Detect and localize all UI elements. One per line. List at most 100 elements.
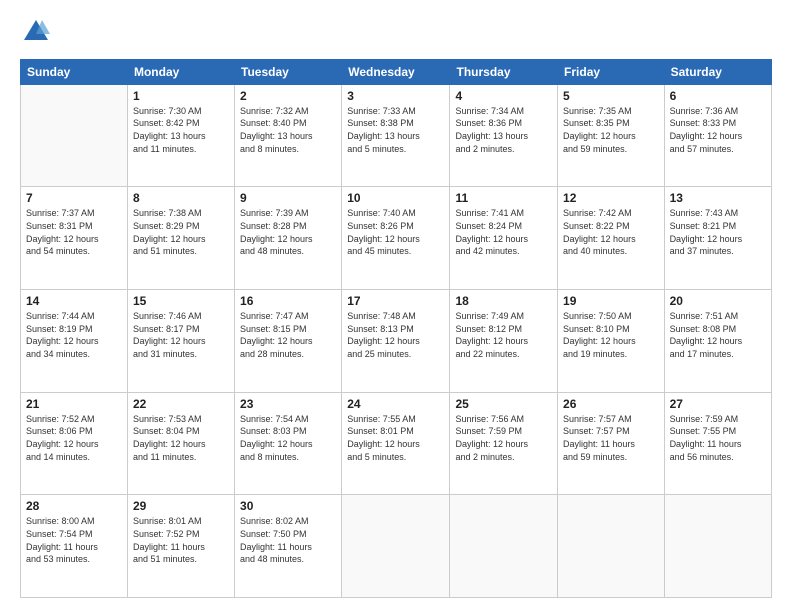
calendar-cell: 22 Sunrise: 7:53 AM Sunset: 8:04 PM Dayli… (127, 392, 234, 495)
cell-info: Sunrise: 7:53 AM Sunset: 8:04 PM Dayligh… (133, 413, 229, 463)
calendar-cell: 28 Sunrise: 8:00 AM Sunset: 7:54 PM Dayli… (21, 495, 128, 598)
calendar-cell: 27 Sunrise: 7:59 AM Sunset: 7:55 PM Dayli… (664, 392, 771, 495)
cell-info: Sunrise: 7:40 AM Sunset: 8:26 PM Dayligh… (347, 207, 444, 257)
calendar-cell: 8Sunrise: 7:38 AM Sunset: 8:29 PM Daylig… (127, 187, 234, 290)
calendar-cell: 30 Sunrise: 8:02 AM Sunset: 7:50 PM Dayli… (235, 495, 342, 598)
calendar-cell (450, 495, 558, 598)
day-number: 7 (26, 191, 122, 205)
cell-info: Sunrise: 7:47 AM Sunset: 8:15 PM Dayligh… (240, 310, 336, 360)
cell-info: Sunrise: 8:02 AM Sunset: 7:50 PM Dayligh… (240, 515, 336, 565)
weekday-header-thursday: Thursday (450, 59, 558, 84)
cell-info: Sunrise: 7:50 AM Sunset: 8:10 PM Dayligh… (563, 310, 659, 360)
week-row-3: 21 Sunrise: 7:52 AM Sunset: 8:06 PM Dayli… (21, 392, 772, 495)
cell-info: Sunrise: 7:43 AM Sunset: 8:21 PM Dayligh… (670, 207, 766, 257)
weekday-header-friday: Friday (558, 59, 665, 84)
weekday-header-saturday: Saturday (664, 59, 771, 84)
cell-info: Sunrise: 7:54 AM Sunset: 8:03 PM Dayligh… (240, 413, 336, 463)
weekday-header-sunday: Sunday (21, 59, 128, 84)
cell-info: Sunrise: 7:42 AM Sunset: 8:22 PM Dayligh… (563, 207, 659, 257)
cell-info: Sunrise: 7:34 AM Sunset: 8:36 PM Dayligh… (455, 105, 552, 155)
day-number: 18 (455, 294, 552, 308)
day-number: 12 (563, 191, 659, 205)
weekday-header-monday: Monday (127, 59, 234, 84)
calendar-cell: 19 Sunrise: 7:50 AM Sunset: 8:10 PM Dayli… (558, 290, 665, 393)
day-number: 22 (133, 397, 229, 411)
logo (20, 18, 50, 51)
calendar-cell: 2 Sunrise: 7:32 AM Sunset: 8:40 PM Daylig… (235, 84, 342, 187)
week-row-0: 1 Sunrise: 7:30 AM Sunset: 8:42 PM Daylig… (21, 84, 772, 187)
day-number: 5 (563, 89, 659, 103)
calendar-cell: 26 Sunrise: 7:57 AM Sunset: 7:57 PM Dayli… (558, 392, 665, 495)
day-number: 24 (347, 397, 444, 411)
calendar-cell: 16 Sunrise: 7:47 AM Sunset: 8:15 PM Dayli… (235, 290, 342, 393)
day-number: 23 (240, 397, 336, 411)
calendar-cell: 14Sunrise: 7:44 AM Sunset: 8:19 PM Dayli… (21, 290, 128, 393)
week-row-1: 7Sunrise: 7:37 AM Sunset: 8:31 PM Daylig… (21, 187, 772, 290)
calendar-cell: 17Sunrise: 7:48 AM Sunset: 8:13 PM Dayli… (342, 290, 450, 393)
day-number: 3 (347, 89, 444, 103)
calendar-cell: 13 Sunrise: 7:43 AM Sunset: 8:21 PM Dayli… (664, 187, 771, 290)
header (20, 18, 772, 51)
calendar-table: SundayMondayTuesdayWednesdayThursdayFrid… (20, 59, 772, 598)
calendar-cell (342, 495, 450, 598)
page: SundayMondayTuesdayWednesdayThursdayFrid… (0, 0, 792, 612)
calendar-cell: 1 Sunrise: 7:30 AM Sunset: 8:42 PM Daylig… (127, 84, 234, 187)
day-number: 30 (240, 499, 336, 513)
calendar-cell: 29Sunrise: 8:01 AM Sunset: 7:52 PM Dayli… (127, 495, 234, 598)
cell-info: Sunrise: 7:41 AM Sunset: 8:24 PM Dayligh… (455, 207, 552, 257)
cell-info: Sunrise: 8:01 AM Sunset: 7:52 PM Dayligh… (133, 515, 229, 565)
day-number: 9 (240, 191, 336, 205)
calendar-cell: 12 Sunrise: 7:42 AM Sunset: 8:22 PM Dayli… (558, 187, 665, 290)
calendar-cell: 11 Sunrise: 7:41 AM Sunset: 8:24 PM Dayli… (450, 187, 558, 290)
day-number: 6 (670, 89, 766, 103)
day-number: 11 (455, 191, 552, 205)
day-number: 16 (240, 294, 336, 308)
calendar-cell: 4 Sunrise: 7:34 AM Sunset: 8:36 PM Daylig… (450, 84, 558, 187)
weekday-header-tuesday: Tuesday (235, 59, 342, 84)
cell-info: Sunrise: 7:33 AM Sunset: 8:38 PM Dayligh… (347, 105, 444, 155)
calendar-cell (558, 495, 665, 598)
day-number: 10 (347, 191, 444, 205)
week-row-2: 14Sunrise: 7:44 AM Sunset: 8:19 PM Dayli… (21, 290, 772, 393)
day-number: 19 (563, 294, 659, 308)
cell-info: Sunrise: 7:35 AM Sunset: 8:35 PM Dayligh… (563, 105, 659, 155)
day-number: 21 (26, 397, 122, 411)
cell-info: Sunrise: 8:00 AM Sunset: 7:54 PM Dayligh… (26, 515, 122, 565)
day-number: 26 (563, 397, 659, 411)
day-number: 2 (240, 89, 336, 103)
day-number: 25 (455, 397, 552, 411)
calendar-cell: 24 Sunrise: 7:55 AM Sunset: 8:01 PM Dayli… (342, 392, 450, 495)
day-number: 15 (133, 294, 229, 308)
calendar-cell: 23 Sunrise: 7:54 AM Sunset: 8:03 PM Dayli… (235, 392, 342, 495)
cell-info: Sunrise: 7:30 AM Sunset: 8:42 PM Dayligh… (133, 105, 229, 155)
cell-info: Sunrise: 7:59 AM Sunset: 7:55 PM Dayligh… (670, 413, 766, 463)
day-number: 1 (133, 89, 229, 103)
cell-info: Sunrise: 7:38 AM Sunset: 8:29 PM Dayligh… (133, 207, 229, 257)
calendar-cell (21, 84, 128, 187)
calendar-cell: 6 Sunrise: 7:36 AM Sunset: 8:33 PM Daylig… (664, 84, 771, 187)
calendar-cell (664, 495, 771, 598)
cell-info: Sunrise: 7:52 AM Sunset: 8:06 PM Dayligh… (26, 413, 122, 463)
cell-info: Sunrise: 7:57 AM Sunset: 7:57 PM Dayligh… (563, 413, 659, 463)
cell-info: Sunrise: 7:44 AM Sunset: 8:19 PM Dayligh… (26, 310, 122, 360)
cell-info: Sunrise: 7:46 AM Sunset: 8:17 PM Dayligh… (133, 310, 229, 360)
calendar-cell: 25Sunrise: 7:56 AM Sunset: 7:59 PM Dayli… (450, 392, 558, 495)
calendar-cell: 5 Sunrise: 7:35 AM Sunset: 8:35 PM Daylig… (558, 84, 665, 187)
day-number: 27 (670, 397, 766, 411)
cell-info: Sunrise: 7:48 AM Sunset: 8:13 PM Dayligh… (347, 310, 444, 360)
weekday-header-row: SundayMondayTuesdayWednesdayThursdayFrid… (21, 59, 772, 84)
day-number: 13 (670, 191, 766, 205)
calendar-cell: 20Sunrise: 7:51 AM Sunset: 8:08 PM Dayli… (664, 290, 771, 393)
calendar-cell: 9 Sunrise: 7:39 AM Sunset: 8:28 PM Daylig… (235, 187, 342, 290)
day-number: 4 (455, 89, 552, 103)
calendar-cell: 10 Sunrise: 7:40 AM Sunset: 8:26 PM Dayli… (342, 187, 450, 290)
day-number: 28 (26, 499, 122, 513)
cell-info: Sunrise: 7:32 AM Sunset: 8:40 PM Dayligh… (240, 105, 336, 155)
calendar-cell: 21 Sunrise: 7:52 AM Sunset: 8:06 PM Dayli… (21, 392, 128, 495)
cell-info: Sunrise: 7:36 AM Sunset: 8:33 PM Dayligh… (670, 105, 766, 155)
cell-info: Sunrise: 7:51 AM Sunset: 8:08 PM Dayligh… (670, 310, 766, 360)
calendar-cell: 15 Sunrise: 7:46 AM Sunset: 8:17 PM Dayli… (127, 290, 234, 393)
cell-info: Sunrise: 7:49 AM Sunset: 8:12 PM Dayligh… (455, 310, 552, 360)
cell-info: Sunrise: 7:39 AM Sunset: 8:28 PM Dayligh… (240, 207, 336, 257)
cell-info: Sunrise: 7:55 AM Sunset: 8:01 PM Dayligh… (347, 413, 444, 463)
